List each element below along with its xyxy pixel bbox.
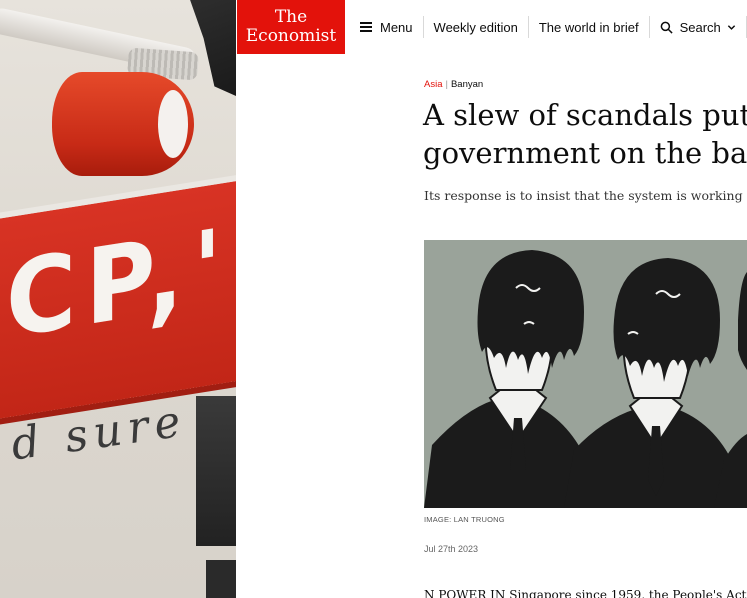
top-nav: Menu Weekly edition The world in brief S… xyxy=(358,14,747,40)
weekly-edition-label: Weekly edition xyxy=(433,19,518,35)
search-icon xyxy=(660,21,673,34)
nav-world-in-brief[interactable]: The world in brief xyxy=(529,16,649,38)
article-standfirst: Its response is to insist that the syste… xyxy=(424,188,747,203)
alarm-bell-face xyxy=(158,90,188,158)
article-kicker: Asia | Banyan xyxy=(424,79,484,90)
article-date: Jul 27th 2023 xyxy=(424,544,479,554)
menu-label: Menu xyxy=(380,19,413,35)
article-illustration xyxy=(424,240,747,508)
chevron-down-icon xyxy=(727,24,735,30)
wall-fixture xyxy=(196,396,236,546)
cpib-building-photo: CP,'B d sure xyxy=(0,0,236,598)
melting-faces-illustration xyxy=(424,240,747,508)
image-credit: IMAGE: LAN TRUONG xyxy=(424,515,505,524)
economist-article-page: The Economist Menu Weekly edition The wo… xyxy=(236,0,747,598)
wall-fixture-lower xyxy=(206,560,236,598)
logo-line-2: Economist xyxy=(245,26,337,46)
economist-logo[interactable]: The Economist xyxy=(237,0,345,54)
menu-button[interactable]: Menu xyxy=(358,16,423,38)
hamburger-icon xyxy=(360,22,372,32)
logo-line-1: The xyxy=(274,7,308,27)
section-link[interactable]: Asia xyxy=(424,79,442,90)
headline-line-2: government on the back xyxy=(423,136,747,170)
article-body-first-line: N POWER IN Singapore since 1959, the Peo… xyxy=(424,588,747,598)
search-button[interactable]: Search xyxy=(650,16,746,38)
search-label: Search xyxy=(679,19,721,35)
nav-weekly-edition[interactable]: Weekly edition xyxy=(424,16,528,38)
headline-line-1: A slew of scandals puts S xyxy=(423,98,747,132)
article-headline: A slew of scandals puts S government on … xyxy=(423,96,747,172)
column-link[interactable]: Banyan xyxy=(451,79,483,90)
world-in-brief-label: The world in brief xyxy=(538,19,639,35)
